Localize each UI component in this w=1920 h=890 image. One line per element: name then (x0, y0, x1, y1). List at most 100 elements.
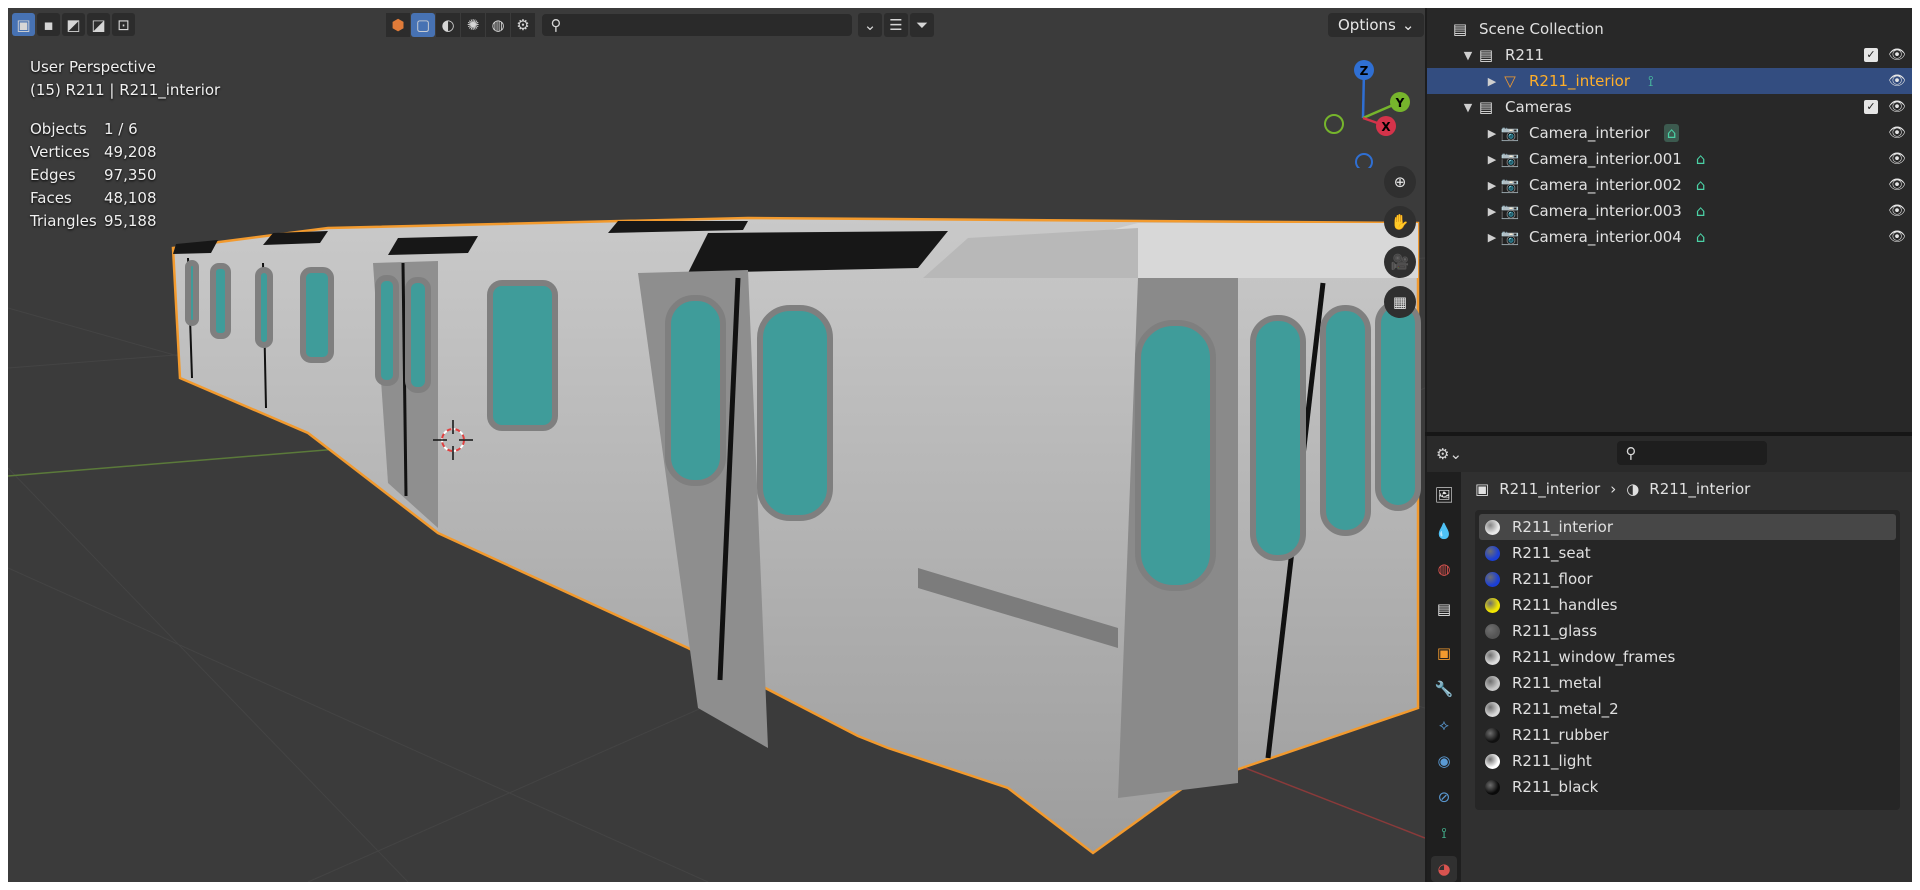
material-slot[interactable]: R211_metal (1479, 670, 1896, 696)
tab-particles-icon[interactable]: ⟡ (1431, 712, 1457, 738)
editor-type-icon[interactable]: ⚙⌄ (1436, 442, 1462, 466)
select-new-icon[interactable]: ▪ (37, 13, 60, 36)
camera-object-icon: 📷 (1500, 176, 1520, 194)
viewport-scene[interactable] (8, 8, 1425, 882)
rendered-shading-icon[interactable]: ✺ (461, 13, 485, 37)
material-swatch (1485, 675, 1500, 691)
disclosure-triangle-icon[interactable]: ▶ (1485, 205, 1499, 218)
material-slot[interactable]: R211_black (1479, 774, 1896, 800)
navigation-gizmo[interactable]: Z Y X (1308, 58, 1418, 168)
outliner-item-r211-interior[interactable]: ▶ ▽ R211_interior ⟟ 👁 (1427, 68, 1912, 94)
disclosure-triangle-icon[interactable]: ▶ (1485, 153, 1499, 166)
tab-constraints-icon[interactable]: ⊘ (1431, 784, 1457, 810)
outliner-item-r211[interactable]: ▼ ▤ R211 ✓ 👁 (1427, 42, 1912, 68)
world-icon[interactable]: ◍ (486, 13, 510, 37)
disclosure-triangle-icon[interactable]: ▶ (1485, 231, 1499, 244)
checkbox[interactable]: ✓ (1864, 48, 1878, 62)
outliner-item-camera[interactable]: ▶ 📷 Camera_interior.001 ⌂ 👁 (1427, 146, 1912, 172)
collection-icon: ▤ (1478, 98, 1494, 116)
material-slot[interactable]: R211_light (1479, 748, 1896, 774)
select-box-icon[interactable]: ▣ (12, 13, 35, 36)
eye-icon[interactable]: 👁 (1886, 73, 1908, 89)
zoom-icon[interactable]: ⊕ (1384, 166, 1416, 198)
scene-settings-icon[interactable]: ⚙ (511, 13, 535, 37)
eye-icon[interactable]: 👁 (1886, 177, 1908, 193)
material-slot[interactable]: R211_handles (1479, 592, 1896, 618)
material-slot[interactable]: R211_rubber (1479, 722, 1896, 748)
tab-output-icon[interactable]: 💧 (1431, 518, 1457, 544)
stat-row: Objects 1 / 6 (30, 120, 138, 138)
train-model[interactable] (171, 216, 1421, 855)
material-slot[interactable]: R211_metal_2 (1479, 696, 1896, 722)
camera-data-icon[interactable]: ⌂ (1696, 176, 1706, 194)
outliner-item-camera[interactable]: ▶ 📷 Camera_interior.002 ⌂ 👁 (1427, 172, 1912, 198)
disclosure-triangle-icon[interactable]: ▶ (1485, 127, 1499, 140)
eye-icon[interactable]: 👁 (1886, 151, 1908, 167)
camera-data-icon[interactable]: ⌂ (1696, 228, 1706, 246)
select-intersect-icon[interactable]: ⊡ (112, 13, 135, 36)
tab-render-icon[interactable]: 🖼 (1431, 482, 1457, 508)
checkbox[interactable]: ✓ (1864, 100, 1878, 114)
outliner-item-cameras[interactable]: ▼ ▤ Cameras ✓ 👁 (1427, 94, 1912, 120)
stat-row: Faces 48,108 (30, 189, 157, 207)
filter-icon[interactable]: ⏷ (910, 13, 934, 37)
material-swatch (1485, 519, 1500, 535)
tab-material-icon[interactable]: ◕ (1431, 856, 1457, 882)
material-swatch (1485, 779, 1500, 795)
camera-data-icon[interactable]: ⌂ (1696, 150, 1706, 168)
solid-shading-icon[interactable]: ▢ (411, 13, 435, 37)
material-slot[interactable]: R211_floor (1479, 566, 1896, 592)
outliner-item-camera[interactable]: ▶ 📷 Camera_interior.004 ⌂ 👁 (1427, 224, 1912, 250)
camera-view-icon[interactable]: 🎥 (1384, 246, 1416, 278)
outliner-item-camera[interactable]: ▶ 📷 Camera_interior ⌂ 👁 (1427, 120, 1912, 146)
options-button[interactable]: Options ⌄ (1328, 13, 1425, 37)
perspective-grid-icon[interactable]: ▦ (1384, 286, 1416, 318)
camera-data-icon[interactable]: ⌂ (1696, 202, 1706, 220)
material-slot[interactable]: R211_seat (1479, 540, 1896, 566)
color-cube-icon[interactable]: ⬢ (386, 13, 410, 37)
breadcrumb: ▣ R211_interior › ◑ R211_interior (1475, 480, 1750, 498)
material-icon: ◑ (1626, 480, 1640, 498)
material-swatch (1485, 623, 1500, 639)
disclosure-triangle-icon[interactable]: ▶ (1485, 179, 1499, 192)
eye-icon[interactable]: 👁 (1886, 125, 1908, 141)
scene-collection-row[interactable]: ▤ Scene Collection (1427, 16, 1912, 42)
tab-object-icon[interactable]: ▣ (1431, 640, 1457, 666)
outliner-item-camera[interactable]: ▶ 📷 Camera_interior.003 ⌂ 👁 (1427, 198, 1912, 224)
select-extend-icon[interactable]: ◩ (62, 13, 85, 36)
tab-modifiers-icon[interactable]: 🔧 (1431, 676, 1457, 702)
material-slot[interactable]: R211_window_frames (1479, 644, 1896, 670)
chevron-down-icon: ⌄ (1401, 16, 1415, 34)
eye-icon[interactable]: 👁 (1886, 99, 1908, 115)
tab-data-icon[interactable]: ⟟ (1431, 820, 1457, 846)
tab-world-icon[interactable]: ◍ (1431, 556, 1457, 582)
camera-data-icon[interactable]: ⌂ (1663, 124, 1680, 142)
eye-icon[interactable]: 👁 (1886, 229, 1908, 245)
disclosure-triangle-icon[interactable]: ▶ (1485, 75, 1499, 88)
tab-collection-icon[interactable]: ▤ (1431, 596, 1457, 622)
eye-icon[interactable]: 👁 (1886, 47, 1908, 63)
select-subtract-icon[interactable]: ◪ (87, 13, 110, 36)
material-slot[interactable]: R211_interior (1479, 514, 1896, 540)
camera-object-icon: 📷 (1500, 150, 1520, 168)
pan-hand-icon[interactable]: ✋ (1384, 206, 1416, 238)
disclosure-triangle-icon[interactable]: ▼ (1461, 49, 1475, 62)
material-slot-list[interactable]: R211_interior R211_seat R211_floor R211_… (1475, 510, 1900, 810)
material-swatch (1485, 545, 1500, 561)
properties-search-input[interactable]: ⚲ (1617, 441, 1767, 465)
disclosure-triangle-icon[interactable]: ▼ (1461, 101, 1475, 114)
material-slot[interactable]: R211_glass (1479, 618, 1896, 644)
eye-icon[interactable]: 👁 (1886, 203, 1908, 219)
options-label: Options (1338, 16, 1396, 34)
mesh-data-icon[interactable]: ⟟ (1648, 72, 1654, 90)
tab-physics-icon[interactable]: ◉ (1431, 748, 1457, 774)
material-preview-icon[interactable]: ◐ (436, 13, 460, 37)
viewport-filter-group: ⌄ ☰ ⏷ (858, 13, 934, 37)
stat-row: Vertices 49,208 (30, 143, 157, 161)
viewport-search-input[interactable]: ⚲ (542, 14, 852, 36)
hierarchy-icon[interactable]: ☰ (884, 13, 908, 37)
chevron-down-icon[interactable]: ⌄ (858, 13, 882, 37)
breadcrumb-material: R211_interior (1649, 480, 1751, 498)
viewport-info: User Perspective (15) R211 | R211_interi… (30, 56, 220, 102)
3d-viewport[interactable]: ▣ ▪ ◩ ◪ ⊡ ⬢ ▢ ◐ ✺ ◍ ⚙ ⚲ ⌄ ☰ ⏷ Options ⌄ … (8, 8, 1425, 882)
